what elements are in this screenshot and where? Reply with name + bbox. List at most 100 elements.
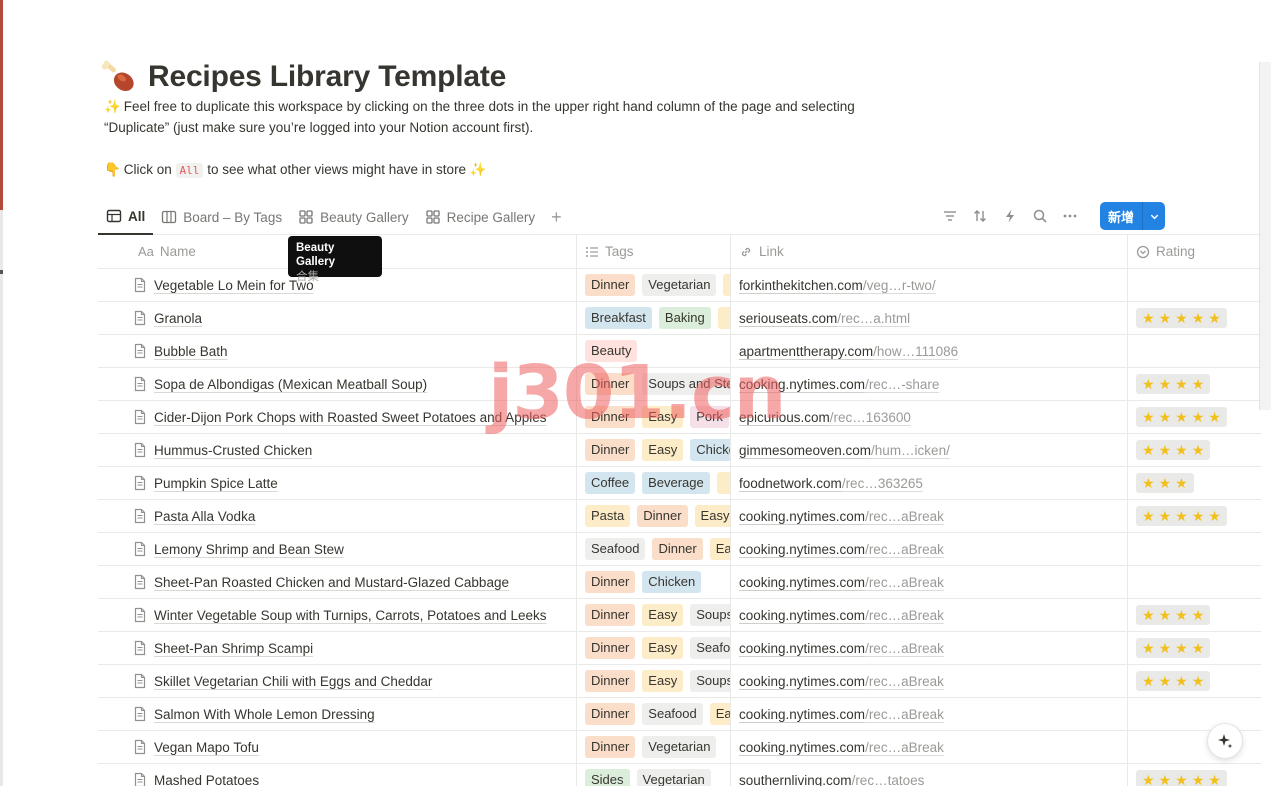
name-cell[interactable]: Mashed Potatoes [98, 764, 577, 786]
tag-pill[interactable]: Easy [642, 637, 684, 659]
recipe-name[interactable]: Sheet-Pan Shrimp Scampi [154, 641, 313, 656]
tag-pill[interactable]: Dinner [585, 571, 636, 593]
link-path[interactable]: /rec…aBreak [865, 542, 944, 557]
table-row[interactable]: Pasta Alla Vodka Pasta Dinner Easy cooking.n… [98, 500, 1261, 533]
tag-pill[interactable]: Chicken [642, 571, 702, 593]
recipe-name[interactable]: Skillet Vegetarian Chili with Eggs and C… [154, 674, 432, 689]
tag-pill[interactable]: Dinner [585, 703, 636, 725]
new-entry-button[interactable]: 新增 [1100, 202, 1166, 230]
name-cell[interactable]: Vegan Mapo Tofu [98, 731, 577, 763]
tags-cell[interactable]: Dinner Soups and Stews [577, 368, 731, 400]
rating-cell[interactable]: ★ ★ ★ ★ [1128, 599, 1261, 631]
link-path[interactable]: /rec…163600 [830, 410, 911, 425]
rating-stars[interactable]: ★ ★ ★ ★ [1136, 440, 1211, 460]
tab-all[interactable]: All [98, 200, 154, 235]
link-cell[interactable]: apartmenttherapy.com/how…111086 [731, 335, 1128, 367]
tag-pill[interactable]: Baking [658, 307, 711, 329]
tag-pill[interactable]: Soups and Stews [690, 670, 730, 692]
link-path[interactable]: /how…111086 [873, 344, 958, 359]
tag-pill[interactable]: Dinner [652, 538, 703, 560]
link-domain[interactable]: cooking.nytimes.com [739, 641, 865, 656]
link-cell[interactable]: cooking.nytimes.com/rec…aBreak [731, 533, 1128, 565]
tab-recipe-gallery[interactable]: Recipe Gallery [417, 201, 544, 234]
link-cell[interactable]: cooking.nytimes.com/rec…-share [731, 368, 1128, 400]
link-domain[interactable]: cooking.nytimes.com [739, 377, 865, 392]
name-cell[interactable]: Pasta Alla Vodka [98, 500, 577, 532]
tag-pill[interactable]: Sides [585, 769, 630, 786]
tag-pill[interactable]: Easy [642, 406, 684, 428]
link-domain[interactable]: apartmenttherapy.com [739, 344, 873, 359]
tag-pill[interactable]: Pork [690, 406, 729, 428]
tags-cell[interactable]: Dinner Easy Soups and Stews [577, 599, 731, 631]
tag-pill[interactable]: Dinner [637, 505, 688, 527]
recipe-name[interactable]: Mashed Potatoes [154, 773, 259, 786]
link-path[interactable]: /rec…-share [865, 377, 939, 392]
recipe-name[interactable]: Salmon With Whole Lemon Dressing [154, 707, 375, 722]
rating-cell[interactable]: ★ ★ ★ ★ ★ [1128, 401, 1261, 433]
link-path[interactable]: /rec…aBreak [865, 608, 944, 623]
table-row[interactable]: Granola Breakfast Baking seriouseats.com/r… [98, 302, 1261, 335]
rating-stars[interactable]: ★ ★ ★ ★ ★ [1136, 407, 1227, 427]
link-path[interactable]: /rec…aBreak [865, 509, 944, 524]
tag-pill[interactable]: Vegetarian [642, 736, 717, 758]
recipe-name[interactable]: Vegan Mapo Tofu [154, 740, 259, 755]
automation-icon[interactable] [1000, 206, 1020, 226]
sort-icon[interactable] [970, 206, 990, 226]
tag-pill[interactable]: Dinner [585, 373, 636, 395]
tag-pill[interactable]: Easy [642, 670, 684, 692]
table-row[interactable]: Lemony Shrimp and Bean Stew Seafood Dinner… [98, 533, 1261, 566]
table-row[interactable]: Sheet-Pan Roasted Chicken and Mustard-Gl… [98, 566, 1261, 599]
column-header-tags[interactable]: Tags [577, 235, 731, 268]
tag-pill[interactable]: Easy [694, 505, 730, 527]
rating-stars[interactable]: ★ ★ ★ ★ [1136, 638, 1211, 658]
new-button-label[interactable]: 新增 [1100, 202, 1144, 230]
rating-stars[interactable]: ★ ★ ★ ★ [1136, 671, 1211, 691]
link-cell[interactable]: cooking.nytimes.com/rec…aBreak [731, 500, 1128, 532]
link-cell[interactable]: cooking.nytimes.com/rec…aBreak [731, 731, 1128, 763]
tags-cell[interactable]: Sides Vegetarian [577, 764, 731, 786]
tag-pill[interactable]: Beauty [585, 340, 638, 362]
tag-pill[interactable]: Dinner [585, 670, 636, 692]
add-view-icon[interactable]: + [543, 207, 570, 228]
column-header-rating[interactable]: Rating [1128, 235, 1261, 268]
tag-pill[interactable]: Chicken [690, 439, 730, 461]
link-path[interactable]: /rec…a.html [837, 311, 910, 326]
tag-pill[interactable]: Vegetarian [642, 274, 717, 296]
link-path[interactable]: /rec…tatoes [852, 773, 925, 786]
rating-cell[interactable]: ★ ★ ★ ★ [1128, 665, 1261, 697]
table-row[interactable]: Winter Vegetable Soup with Turnips, Carr… [98, 599, 1261, 632]
recipe-name[interactable]: Lemony Shrimp and Bean Stew [154, 542, 344, 557]
tag-pill[interactable]: Dinner [585, 439, 636, 461]
name-cell[interactable]: Pumpkin Spice Latte [98, 467, 577, 499]
recipe-name[interactable]: Granola [154, 311, 202, 326]
rating-cell[interactable]: ★ ★ ★ ★ [1128, 632, 1261, 664]
link-cell[interactable]: seriouseats.com/rec…a.html [731, 302, 1128, 334]
recipe-name[interactable]: Winter Vegetable Soup with Turnips, Carr… [154, 608, 546, 623]
link-path[interactable]: /rec…aBreak [865, 641, 944, 656]
tag-pill[interactable]: Beverage [642, 472, 710, 494]
rating-cell[interactable] [1128, 566, 1261, 598]
link-domain[interactable]: cooking.nytimes.com [739, 608, 865, 623]
link-cell[interactable]: epicurious.com/rec…163600 [731, 401, 1128, 433]
link-domain[interactable]: forkinthekitchen.com [739, 278, 863, 293]
tags-cell[interactable]: Dinner Chicken [577, 566, 731, 598]
link-domain[interactable]: cooking.nytimes.com [739, 707, 865, 722]
tag-pill[interactable]: Easy [642, 439, 684, 461]
tab-beauty-gallery[interactable]: Beauty Gallery [290, 201, 417, 234]
tags-cell[interactable]: Coffee Beverage [577, 467, 731, 499]
tags-cell[interactable]: Dinner Vegetarian [577, 731, 731, 763]
rating-stars[interactable]: ★ ★ ★ [1136, 473, 1194, 493]
name-cell[interactable]: Winter Vegetable Soup with Turnips, Carr… [98, 599, 577, 631]
table-row[interactable]: Vegetable Lo Mein for Two Dinner Vegetaria… [98, 269, 1261, 302]
rating-cell[interactable] [1128, 335, 1261, 367]
link-cell[interactable]: cooking.nytimes.com/rec…aBreak [731, 566, 1128, 598]
link-domain[interactable]: cooking.nytimes.com [739, 674, 865, 689]
recipe-name[interactable]: Hummus-Crusted Chicken [154, 443, 312, 458]
tag-pill[interactable]: Dinner [585, 637, 636, 659]
link-path[interactable]: /hum…icken/ [871, 443, 950, 458]
tag-pill[interactable]: Coffee [585, 472, 636, 494]
recipe-name[interactable]: Vegetable Lo Mein for Two [154, 278, 314, 293]
rating-stars[interactable]: ★ ★ ★ ★ ★ [1136, 770, 1227, 786]
link-domain[interactable]: cooking.nytimes.com [739, 575, 865, 590]
name-cell[interactable]: Hummus-Crusted Chicken [98, 434, 577, 466]
